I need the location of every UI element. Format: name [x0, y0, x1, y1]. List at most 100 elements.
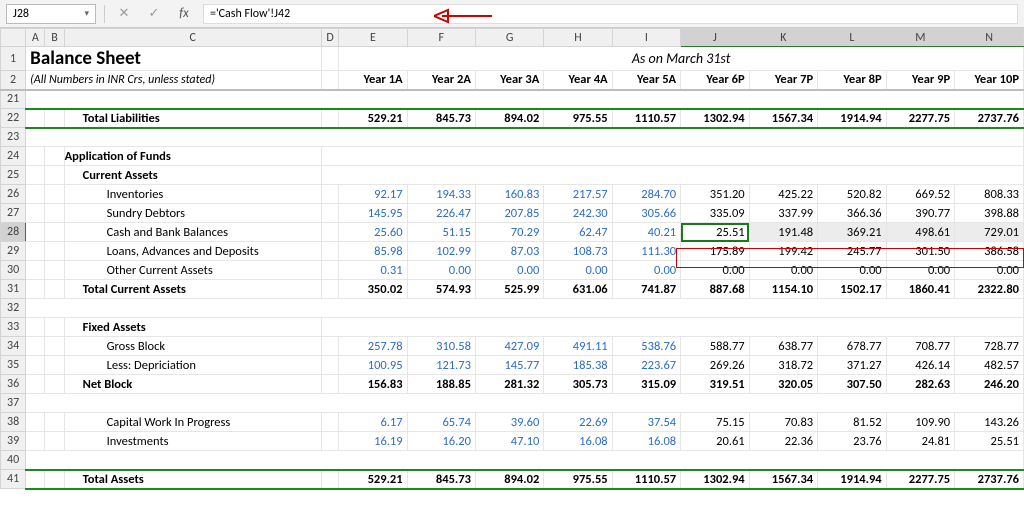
- cell[interactable]: 2737.76: [955, 470, 1024, 489]
- cell[interactable]: 70.29: [475, 223, 543, 242]
- cell[interactable]: 282.63: [886, 375, 955, 394]
- cell[interactable]: 145.77: [475, 356, 543, 375]
- cell[interactable]: 62.47: [544, 223, 612, 242]
- cell[interactable]: 520.82: [818, 185, 887, 204]
- cell[interactable]: 145.95: [339, 204, 407, 223]
- row-head-39[interactable]: 39: [1, 432, 26, 451]
- cancel-button[interactable]: ✕: [113, 4, 135, 24]
- net-block-label[interactable]: Net Block: [64, 375, 321, 394]
- chevron-down-icon[interactable]: ▾: [84, 8, 89, 19]
- row-head-22[interactable]: 22: [1, 109, 26, 128]
- cell[interactable]: 808.33: [955, 185, 1024, 204]
- cell[interactable]: 310.58: [407, 337, 475, 356]
- cell[interactable]: 175.89: [681, 242, 750, 261]
- col-d[interactable]: D: [321, 29, 338, 47]
- cell[interactable]: 22.69: [544, 413, 612, 432]
- cell[interactable]: 975.55: [544, 109, 612, 128]
- col-m[interactable]: M: [886, 29, 955, 47]
- cwip-label[interactable]: Capital Work In Progress: [64, 413, 321, 432]
- subtitle[interactable]: (All Numbers in INR Crs, unless stated): [26, 71, 322, 90]
- as-on-label[interactable]: As on March 31st: [339, 47, 1024, 71]
- cell[interactable]: 1302.94: [681, 470, 750, 489]
- year-head[interactable]: Year 3A: [475, 71, 543, 90]
- cell[interactable]: 538.76: [612, 337, 681, 356]
- cell[interactable]: 92.17: [339, 185, 407, 204]
- row-head-33[interactable]: 33: [1, 318, 26, 337]
- year-head[interactable]: Year 6P: [681, 71, 750, 90]
- cell[interactable]: 1154.10: [749, 280, 818, 299]
- cell[interactable]: 47.10: [475, 432, 543, 451]
- cell[interactable]: 39.60: [475, 413, 543, 432]
- col-g[interactable]: G: [475, 29, 543, 47]
- cell[interactable]: 529.21: [339, 470, 407, 489]
- inventories-label[interactable]: Inventories: [64, 185, 321, 204]
- cell[interactable]: 427.09: [475, 337, 543, 356]
- row-head-29[interactable]: 29: [1, 242, 26, 261]
- row-head-41[interactable]: 41: [1, 470, 26, 489]
- cell[interactable]: 20.61: [681, 432, 750, 451]
- cell[interactable]: 121.73: [407, 356, 475, 375]
- cell[interactable]: 16.20: [407, 432, 475, 451]
- cell[interactable]: 75.15: [681, 413, 750, 432]
- cell[interactable]: 669.52: [886, 185, 955, 204]
- cell[interactable]: 366.36: [818, 204, 887, 223]
- cell[interactable]: 631.06: [544, 280, 612, 299]
- cell[interactable]: 242.30: [544, 204, 612, 223]
- row-head-30[interactable]: 30: [1, 261, 26, 280]
- accept-button[interactable]: ✓: [143, 4, 165, 24]
- cell[interactable]: 16.08: [612, 432, 681, 451]
- cell[interactable]: 638.77: [749, 337, 818, 356]
- cell[interactable]: 525.99: [475, 280, 543, 299]
- cell[interactable]: 102.99: [407, 242, 475, 261]
- cell[interactable]: 81.52: [818, 413, 887, 432]
- cell[interactable]: 398.88: [955, 204, 1024, 223]
- total-liabilities-label[interactable]: Total Liabilities: [64, 109, 321, 128]
- cell[interactable]: 246.20: [955, 375, 1024, 394]
- cell[interactable]: 845.73: [407, 470, 475, 489]
- cell[interactable]: 37.54: [612, 413, 681, 432]
- cell[interactable]: 386.58: [955, 242, 1024, 261]
- year-head[interactable]: Year 4A: [544, 71, 612, 90]
- current-assets-label[interactable]: Current Assets: [64, 166, 321, 185]
- year-head[interactable]: Year 1A: [339, 71, 407, 90]
- row-head-21[interactable]: 21: [1, 90, 26, 109]
- cell[interactable]: 284.70: [612, 185, 681, 204]
- col-a[interactable]: A: [26, 29, 45, 47]
- cell[interactable]: 1110.57: [612, 470, 681, 489]
- cell[interactable]: 845.73: [407, 109, 475, 128]
- cell[interactable]: 1110.57: [612, 109, 681, 128]
- row-head-26[interactable]: 26: [1, 185, 26, 204]
- investments-label[interactable]: Investments: [64, 432, 321, 451]
- cell[interactable]: 25.60: [339, 223, 407, 242]
- row-head-24[interactable]: 24: [1, 147, 26, 166]
- col-h[interactable]: H: [544, 29, 612, 47]
- select-all-corner[interactable]: [1, 29, 26, 47]
- total-assets-label[interactable]: Total Assets: [64, 470, 321, 489]
- cell[interactable]: 741.87: [612, 280, 681, 299]
- cell[interactable]: 1860.41: [886, 280, 955, 299]
- row-head-35[interactable]: 35: [1, 356, 26, 375]
- cell[interactable]: 199.42: [749, 242, 818, 261]
- cell[interactable]: 1914.94: [818, 109, 887, 128]
- cell-j28[interactable]: 25.51: [681, 223, 750, 242]
- cell[interactable]: 281.32: [475, 375, 543, 394]
- cell[interactable]: 223.67: [612, 356, 681, 375]
- depreciation-label[interactable]: Less: Depriciation: [64, 356, 321, 375]
- cell[interactable]: 185.38: [544, 356, 612, 375]
- cell[interactable]: 894.02: [475, 109, 543, 128]
- cell[interactable]: 301.50: [886, 242, 955, 261]
- cell[interactable]: 51.15: [407, 223, 475, 242]
- col-b[interactable]: B: [45, 29, 64, 47]
- row-head-40[interactable]: 40: [1, 451, 26, 470]
- cell[interactable]: 887.68: [681, 280, 750, 299]
- cell[interactable]: 85.98: [339, 242, 407, 261]
- row-head-31[interactable]: 31: [1, 280, 26, 299]
- cell[interactable]: 574.93: [407, 280, 475, 299]
- cell[interactable]: 0.00: [818, 261, 887, 280]
- cell[interactable]: 245.77: [818, 242, 887, 261]
- cell[interactable]: 143.26: [955, 413, 1024, 432]
- cell[interactable]: 217.57: [544, 185, 612, 204]
- cell[interactable]: 529.21: [339, 109, 407, 128]
- cell[interactable]: 318.72: [749, 356, 818, 375]
- cell[interactable]: 0.00: [749, 261, 818, 280]
